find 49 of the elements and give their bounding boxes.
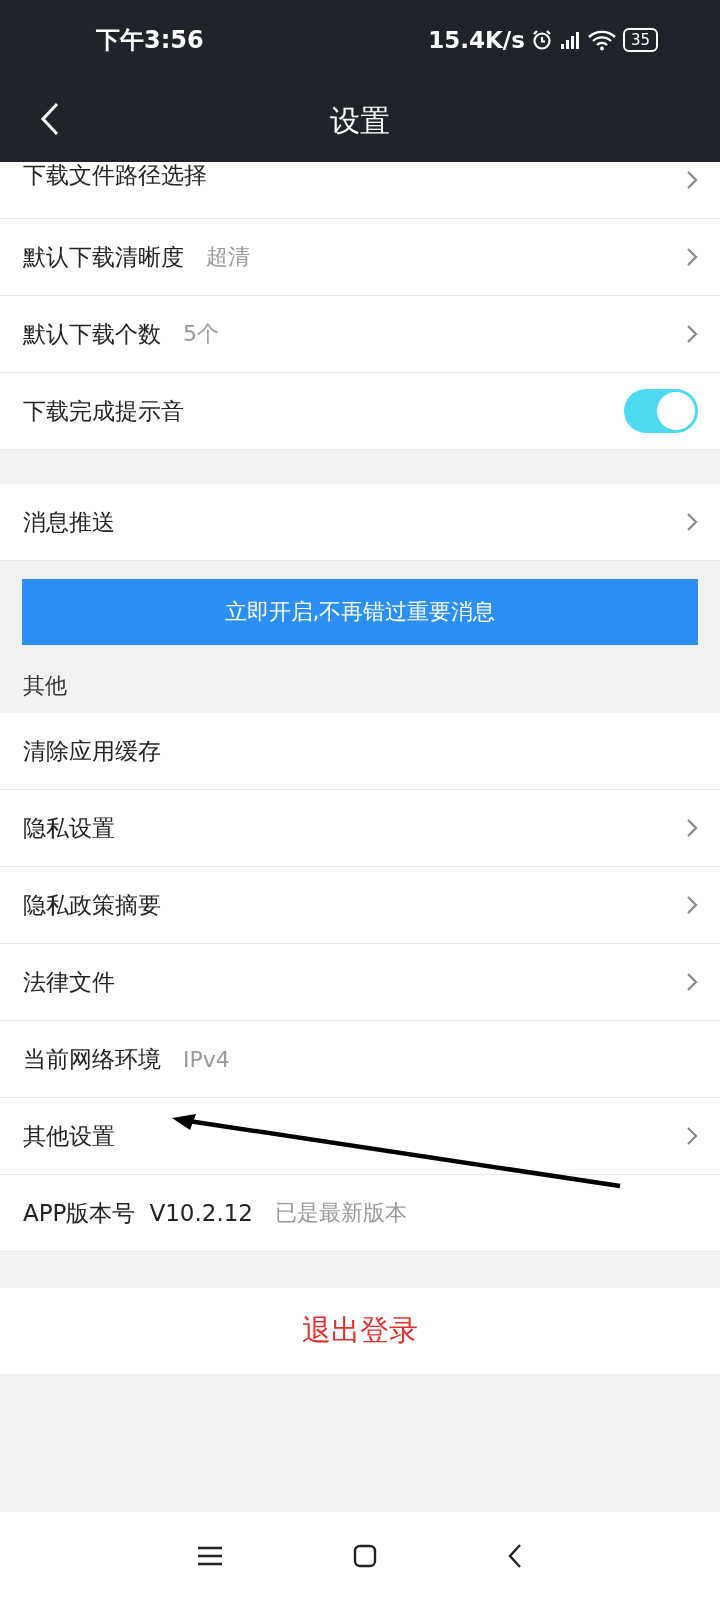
chevron-icon xyxy=(686,818,698,838)
chevron-icon xyxy=(686,170,698,190)
settings-row[interactable]: 当前网络环境 IPv4 xyxy=(0,1021,720,1098)
settings-row[interactable]: 隐私设置 xyxy=(0,790,720,867)
status-time: 下午3:56 xyxy=(96,25,204,56)
battery-indicator: 35 xyxy=(622,28,658,52)
chevron-icon xyxy=(686,972,698,992)
chevron-icon xyxy=(686,895,698,915)
settings-row[interactable]: 默认下载个数 5个 xyxy=(0,296,720,373)
row-value: IPv4 xyxy=(183,1046,230,1072)
row-label: 隐私政策摘要 xyxy=(23,890,161,920)
row-value: 已是最新版本 xyxy=(275,1199,407,1227)
settings-row[interactable]: 下载完成提示音 xyxy=(0,373,720,450)
row-label: 当前网络环境 xyxy=(23,1044,161,1074)
settings-row[interactable]: APP版本号 V10.2.12 已是最新版本 xyxy=(0,1175,720,1252)
page-title: 设置 xyxy=(330,101,390,140)
row-label: 消息推送 xyxy=(23,507,115,537)
settings-row[interactable]: 默认下载清晰度 超清 xyxy=(0,219,720,296)
back-icon[interactable] xyxy=(507,1543,523,1569)
settings-row[interactable]: 法律文件 xyxy=(0,944,720,1021)
chevron-icon xyxy=(686,1126,698,1146)
row-label: 隐私设置 xyxy=(23,813,115,843)
row-label: 其他设置 xyxy=(23,1121,115,1151)
row-value: 超清 xyxy=(206,243,250,271)
toggle-switch[interactable] xyxy=(624,389,698,433)
settings-row[interactable]: 消息推送 xyxy=(0,484,720,561)
settings-row[interactable]: 清除应用缓存 xyxy=(0,713,720,790)
back-icon[interactable] xyxy=(40,102,60,136)
menu-icon[interactable] xyxy=(197,1545,223,1567)
signal-icon xyxy=(558,29,581,51)
settings-row[interactable]: 隐私政策摘要 xyxy=(0,867,720,944)
chevron-icon xyxy=(686,247,698,267)
row-value: 5个 xyxy=(183,320,219,348)
row-label: 默认下载个数 xyxy=(23,319,161,349)
home-icon[interactable] xyxy=(353,1544,377,1568)
row-label: 法律文件 xyxy=(23,967,115,997)
row-label: 清除应用缓存 xyxy=(23,736,161,766)
row-label: APP版本号 xyxy=(23,1198,136,1228)
chevron-icon xyxy=(686,512,698,532)
row-label: 下载完成提示音 xyxy=(23,396,184,426)
network-speed: 15.4K/s xyxy=(428,27,525,53)
version-number: V10.2.12 xyxy=(149,1200,253,1226)
chevron-icon xyxy=(686,324,698,344)
row-label: 默认下载清晰度 xyxy=(23,242,184,272)
settings-row[interactable]: 下载文件路径选择 xyxy=(0,162,720,219)
row-label: 下载文件路径选择 xyxy=(23,161,207,190)
alarm-icon xyxy=(530,29,553,51)
section-title: 其他 xyxy=(22,672,68,700)
wifi-icon xyxy=(586,29,617,51)
